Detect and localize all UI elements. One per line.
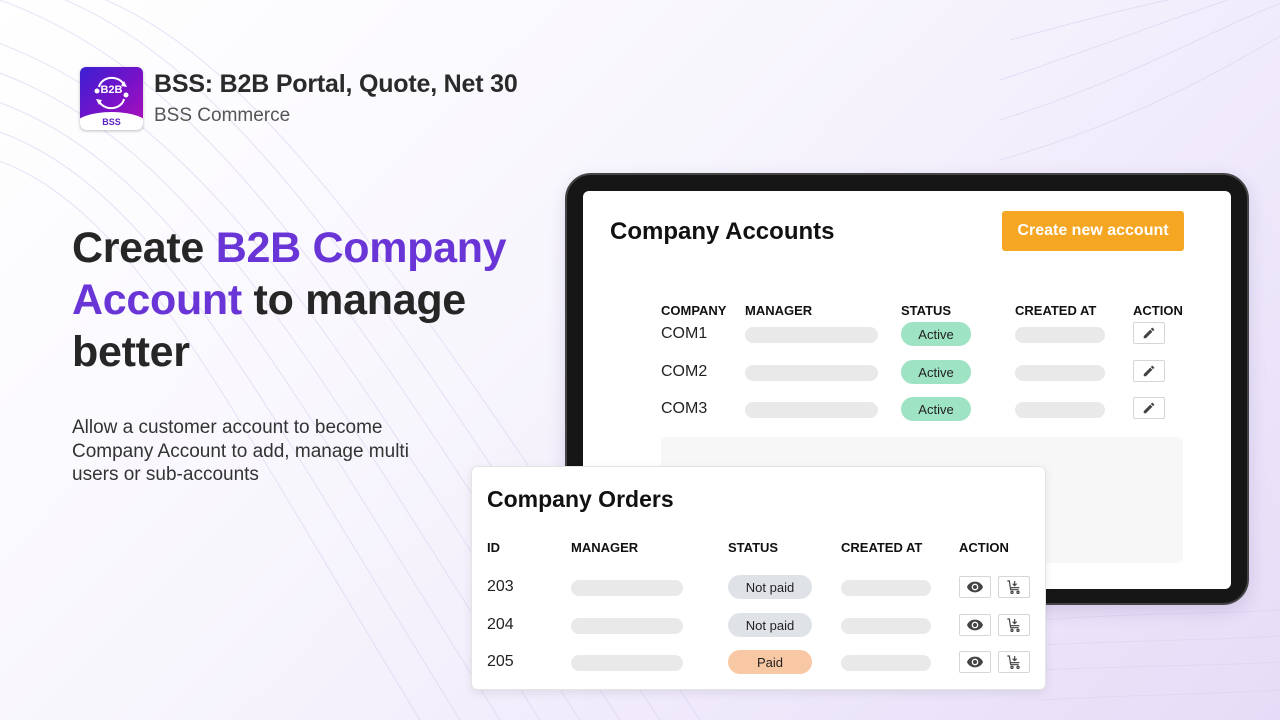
reorder-button[interactable] <box>998 576 1030 598</box>
order-id-cell: 203 <box>487 578 514 595</box>
status-badge: Active <box>901 397 971 421</box>
reorder-cart-icon <box>1007 655 1020 669</box>
company-cell: COM3 <box>661 400 708 417</box>
app-title: BSS: B2B Portal, Quote, Net 30 <box>154 70 518 98</box>
created-at-placeholder <box>1015 402 1105 418</box>
created-at-placeholder <box>841 618 931 634</box>
created-at-placeholder <box>1015 327 1105 343</box>
column-header-manager: MANAGER <box>745 303 813 318</box>
edit-icon <box>1143 365 1155 377</box>
hero-section: Create B2B Company Account to manage bet… <box>72 222 542 487</box>
edit-button[interactable] <box>1133 360 1165 382</box>
create-new-account-button[interactable]: Create new account <box>1002 211 1184 251</box>
company-accounts-title: Company Accounts <box>610 218 835 245</box>
app-logo: B2B BSS <box>80 67 143 130</box>
manager-placeholder <box>745 402 878 418</box>
company-orders-title: Company Orders <box>487 486 674 512</box>
company-orders-card: Company Orders ID MANAGER STATUS CREATED… <box>471 466 1046 690</box>
manager-placeholder <box>745 365 878 381</box>
hero-title-part1: Create <box>72 224 216 272</box>
manager-placeholder <box>571 618 683 634</box>
edit-button[interactable] <box>1133 322 1165 344</box>
app-header: B2B BSS BSS: B2B Portal, Quote, Net 30 B… <box>80 67 518 130</box>
manager-placeholder <box>571 580 683 596</box>
column-header-status: STATUS <box>728 540 779 555</box>
edit-icon <box>1143 327 1155 339</box>
view-icon <box>967 581 983 593</box>
reorder-cart-icon <box>1007 580 1020 594</box>
reorder-cart-icon <box>1007 618 1020 632</box>
status-badge: Not paid <box>728 613 812 637</box>
manager-placeholder <box>571 655 683 671</box>
column-header-manager: MANAGER <box>571 540 639 555</box>
status-badge: Paid <box>728 650 812 674</box>
hero-description: Allow a customer account to become Compa… <box>72 417 409 485</box>
view-icon <box>967 656 983 668</box>
column-header-company: COMPANY <box>661 303 727 318</box>
edit-button[interactable] <box>1133 397 1165 419</box>
column-header-created-at: CREATED AT <box>841 540 923 555</box>
company-cell: COM2 <box>661 363 708 380</box>
column-header-action: ACTION <box>959 540 1009 555</box>
status-badge: Active <box>901 322 971 346</box>
status-badge: Active <box>901 360 971 384</box>
logo-bss-text: BSS <box>102 117 121 127</box>
column-header-created-at: CREATED AT <box>1015 303 1097 318</box>
app-vendor: BSS Commerce <box>154 105 291 126</box>
created-at-placeholder <box>841 580 931 596</box>
view-order-button[interactable] <box>959 576 991 598</box>
order-id-cell: 204 <box>487 616 514 633</box>
column-header-status: STATUS <box>901 303 952 318</box>
reorder-button[interactable] <box>998 651 1030 673</box>
view-icon <box>967 619 983 631</box>
company-cell: COM1 <box>661 325 708 342</box>
hero-title: Create B2B Company Account to manage bet… <box>72 222 542 378</box>
reorder-button[interactable] <box>998 614 1030 636</box>
status-badge: Not paid <box>728 575 812 599</box>
created-at-placeholder <box>1015 365 1105 381</box>
view-order-button[interactable] <box>959 614 991 636</box>
column-header-id: ID <box>487 540 500 555</box>
manager-placeholder <box>745 327 878 343</box>
order-id-cell: 205 <box>487 653 514 670</box>
column-header-action: ACTION <box>1133 303 1183 318</box>
edit-icon <box>1143 402 1155 414</box>
view-order-button[interactable] <box>959 651 991 673</box>
logo-b2b-text: B2B <box>100 84 123 96</box>
created-at-placeholder <box>841 655 931 671</box>
